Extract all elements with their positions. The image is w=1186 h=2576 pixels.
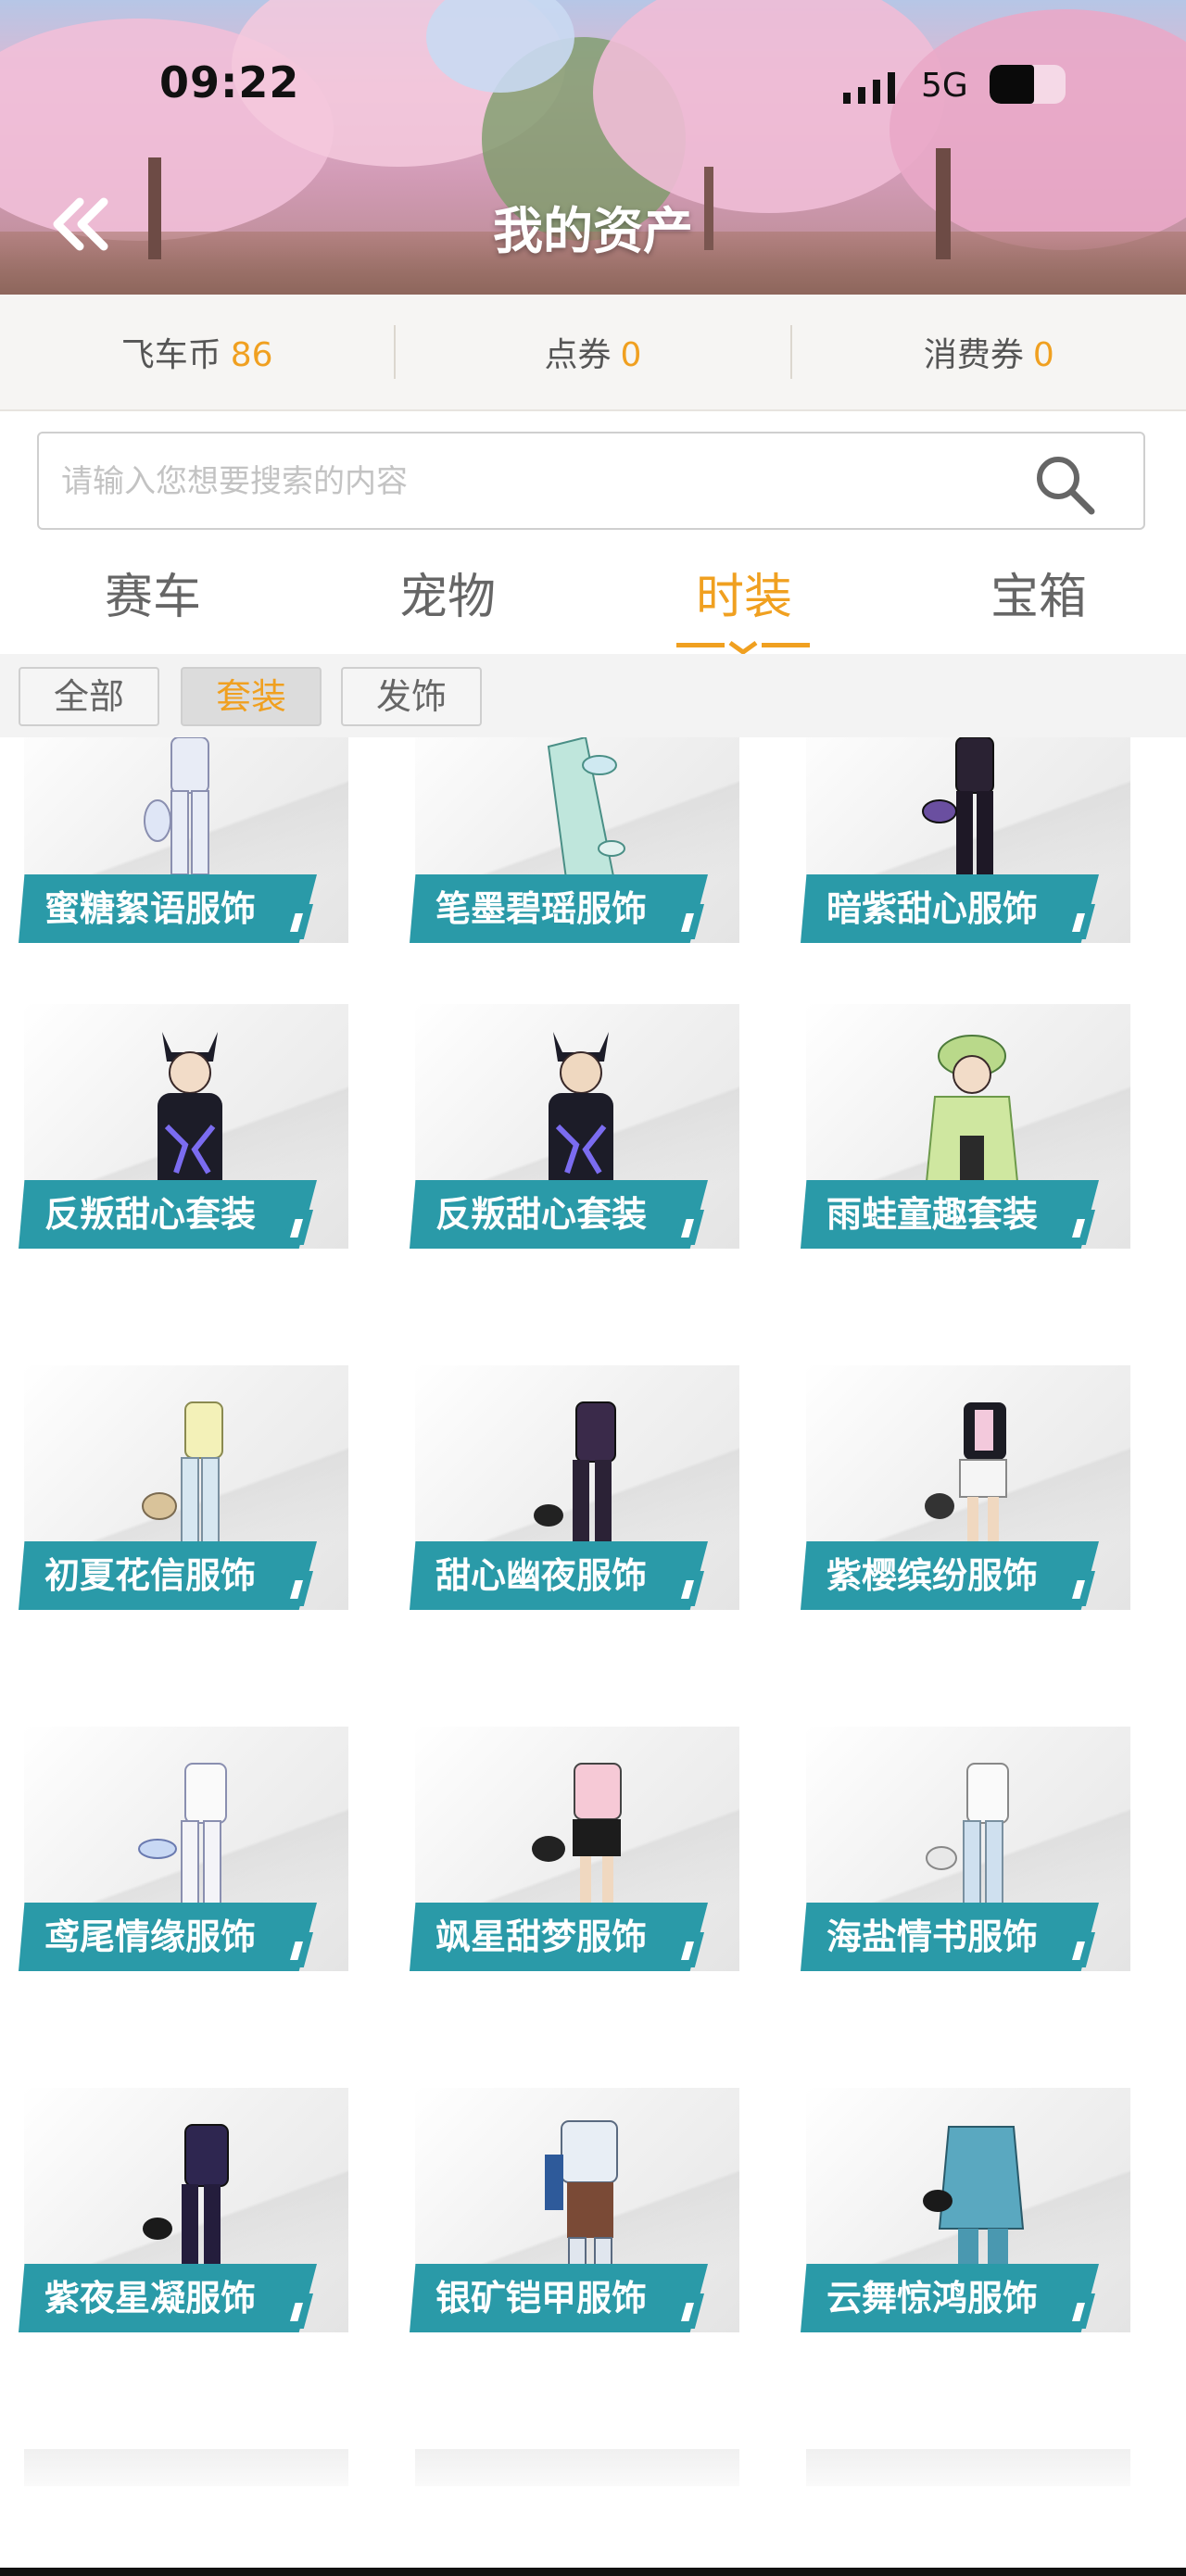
battery-icon	[990, 65, 1066, 104]
item-card[interactable]: 银矿铠甲服饰	[410, 2088, 739, 2332]
item-name: 银矿铠甲服饰	[435, 2278, 648, 2318]
item-name: 笔墨碧瑶服饰	[435, 888, 648, 929]
item-name: 鸢尾情缘服饰	[44, 1916, 257, 1957]
currency-value: 0	[1032, 336, 1054, 374]
active-tab-indicator	[676, 640, 810, 654]
status-time: 09:22	[159, 57, 300, 107]
search-input[interactable]	[59, 450, 990, 513]
item-card[interactable]: 云舞惊鸿服饰	[801, 2088, 1130, 2332]
item-name: 紫樱缤纷服饰	[826, 1555, 1039, 1596]
item-card[interactable]: 甜心幽夜服饰	[410, 1365, 739, 1610]
item-card-partial	[24, 2449, 348, 2486]
signal-icon	[843, 72, 895, 104]
page-title: 我的资产	[493, 202, 693, 260]
item-name: 反叛甜心套装	[44, 1194, 257, 1235]
item-card[interactable]: 雨蛙童趣套装	[801, 1004, 1130, 1249]
item-card[interactable]: 鸢尾情缘服饰	[19, 1727, 348, 1971]
item-card-partial	[806, 2449, 1130, 2486]
home-indicator	[0, 2568, 1186, 2576]
category-tabs: 赛车 宠物 时装 宝箱	[0, 550, 1186, 656]
item-name: 蜜糖絮语服饰	[44, 888, 257, 929]
tab-cars[interactable]: 赛车	[5, 558, 301, 627]
item-card[interactable]: 紫樱缤纷服饰	[801, 1365, 1130, 1610]
search-box	[37, 432, 1145, 530]
tab-pets[interactable]: 宠物	[299, 558, 596, 627]
item-card[interactable]: 紫夜星凝服饰	[19, 2088, 348, 2332]
filter-bar: 全部 套装 发饰	[0, 654, 1186, 737]
currency-xiaofeiquan: 消费券 0	[792, 328, 1186, 376]
item-name: 飒星甜梦服饰	[435, 1916, 648, 1957]
item-name: 云舞惊鸿服饰	[826, 2278, 1039, 2318]
item-card[interactable]: 反叛甜心套装	[410, 1004, 739, 1249]
item-name: 雨蛙童趣套装	[826, 1194, 1039, 1235]
item-name: 甜心幽夜服饰	[435, 1555, 648, 1596]
item-card-partial	[415, 2449, 739, 2486]
item-grid: 蜜糖絮语服饰 笔墨碧瑶服饰 暗紫甜心服饰 反叛甜心套装 反叛甜心套装 雨蛙童趣套…	[0, 737, 1186, 2576]
network-type: 5G	[921, 67, 968, 105]
currency-value: 86	[230, 336, 273, 374]
currency-label: 飞车币	[120, 336, 221, 374]
item-name: 紫夜星凝服饰	[44, 2278, 257, 2318]
item-card[interactable]: 初夏花信服饰	[19, 1365, 348, 1610]
item-name: 海盐情书服饰	[826, 1916, 1039, 1957]
item-name: 初夏花信服饰	[44, 1555, 257, 1596]
filter-hair[interactable]: 发饰	[341, 667, 482, 726]
item-card[interactable]: 蜜糖絮语服饰	[19, 737, 348, 943]
item-card[interactable]: 反叛甜心套装	[19, 1004, 348, 1249]
currency-label: 点券	[544, 336, 612, 374]
item-card[interactable]: 飒星甜梦服饰	[410, 1727, 739, 1971]
item-card[interactable]: 海盐情书服饰	[801, 1727, 1130, 1971]
currency-bar: 飞车币 86 点券 0 消费券 0	[0, 295, 1186, 411]
search-icon[interactable]	[1032, 452, 1097, 517]
currency-feicheb: 飞车币 86	[0, 328, 394, 376]
filter-all[interactable]: 全部	[19, 667, 159, 726]
currency-label: 消费券	[923, 336, 1024, 374]
currency-value: 0	[620, 336, 642, 374]
tab-chests[interactable]: 宝箱	[890, 558, 1186, 627]
tab-fashion[interactable]: 时装	[596, 558, 892, 627]
item-card[interactable]: 暗紫甜心服饰	[801, 737, 1130, 943]
app-header: 09:22 5G 我的资产	[0, 0, 1186, 295]
currency-dianquan: 点券 0	[396, 328, 789, 376]
item-name: 暗紫甜心服饰	[826, 888, 1039, 929]
item-name: 反叛甜心套装	[435, 1194, 648, 1235]
filter-suits[interactable]: 套装	[181, 667, 322, 726]
item-card[interactable]: 笔墨碧瑶服饰	[410, 737, 739, 943]
